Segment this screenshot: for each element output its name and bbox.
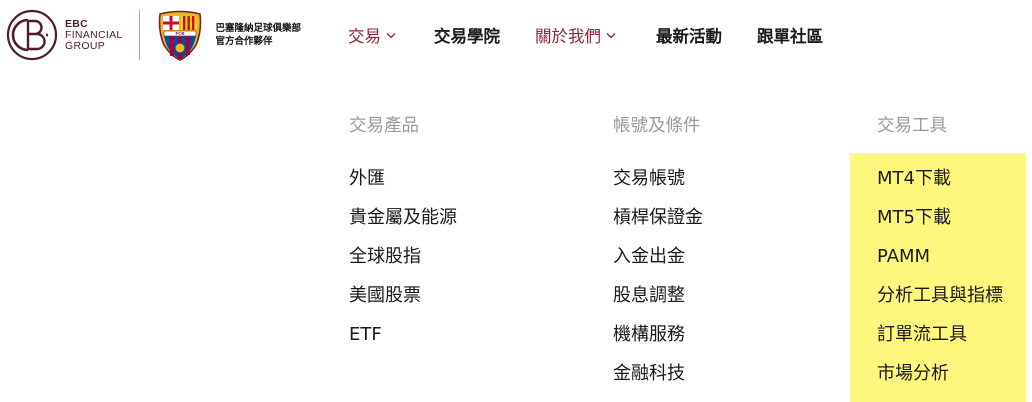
fcb-crest-text: FCB [175, 31, 184, 36]
menu-link-institutional-services[interactable]: 機構服務 [613, 322, 833, 361]
nav-item-label: 跟單社區 [757, 27, 823, 46]
menu-link-global-indices[interactable]: 全球股指 [349, 244, 569, 283]
nav-item-label: 交易學院 [434, 27, 500, 46]
site-header: EBC FINANCIAL GROUP FCB 巴塞隆納足球俱樂部 官方合作夥伴 [0, 0, 1032, 70]
menu-link-list: MT4下載 MT5下載 PAMM 分析工具與指標 訂單流工具 市場分析 [850, 166, 1026, 400]
brand-divider [138, 10, 140, 60]
menu-link-pamm[interactable]: PAMM [850, 244, 1026, 283]
ebc-wordmark-line3: GROUP [65, 39, 106, 52]
menu-column-heading: 交易工具 [877, 116, 947, 136]
menu-link-deposit-withdrawal[interactable]: 入金出金 [613, 244, 833, 283]
chevron-down-icon [606, 32, 616, 38]
highlighted-tools-panel: MT4下載 MT5下載 PAMM 分析工具與指標 訂單流工具 市場分析 [850, 153, 1026, 402]
menu-column-heading: 交易產品 [349, 116, 419, 136]
menu-link-leverage-margin[interactable]: 槓桿保證金 [613, 205, 833, 244]
nav-item-academy[interactable]: 交易學院 [434, 23, 500, 47]
menu-link-mt5-download[interactable]: MT5下載 [850, 205, 1026, 244]
nav-item-latest-events[interactable]: 最新活動 [656, 23, 722, 47]
brand-area[interactable]: EBC FINANCIAL GROUP FCB 巴塞隆納足球俱樂部 官方合作夥伴 [6, 9, 301, 61]
menu-link-dividend-adjustment[interactable]: 股息調整 [613, 283, 833, 322]
menu-column-accounts: 帳號及條件 交易帳號 槓桿保證金 入金出金 股息調整 機構服務 金融科技 [613, 113, 833, 400]
menu-link-mt4-download[interactable]: MT4下載 [850, 166, 1026, 205]
menu-link-list: 外匯 貴金屬及能源 全球股指 美國股票 ETF [349, 166, 569, 361]
menu-link-etf[interactable]: ETF [349, 322, 569, 361]
menu-link-order-flow-tools[interactable]: 訂單流工具 [850, 322, 1026, 361]
nav-item-label: 最新活動 [656, 27, 722, 46]
menu-link-list: 交易帳號 槓桿保證金 入金出金 股息調整 機構服務 金融科技 [613, 166, 833, 400]
chevron-down-icon [386, 32, 396, 38]
ebc-wordmark-line1: EBC [65, 17, 89, 30]
ebc-logo-icon [6, 9, 58, 61]
partner-caption: 巴塞隆納足球俱樂部 官方合作夥伴 [216, 22, 302, 48]
nav-item-copy-trading-community[interactable]: 跟單社區 [757, 23, 823, 47]
menu-link-fintech[interactable]: 金融科技 [613, 361, 833, 400]
menu-column-heading: 帳號及條件 [613, 116, 701, 136]
nav-item-label: 關於我們 [535, 27, 601, 46]
menu-link-us-stocks[interactable]: 美國股票 [349, 283, 569, 322]
partner-caption-line1: 巴塞隆納足球俱樂部 [215, 23, 302, 34]
menu-link-metals-energy[interactable]: 貴金屬及能源 [349, 205, 569, 244]
menu-link-market-analysis[interactable]: 市場分析 [850, 361, 1026, 400]
nav-item-about-us[interactable]: 關於我們 [535, 23, 616, 47]
partner-caption-line2: 官方合作夥伴 [215, 36, 273, 47]
nav-item-trading[interactable]: 交易 [348, 23, 396, 47]
menu-link-trading-accounts[interactable]: 交易帳號 [613, 166, 833, 205]
nav-item-label: 交易 [348, 27, 381, 46]
menu-column-products: 交易產品 外匯 貴金屬及能源 全球股指 美國股票 ETF [349, 113, 569, 361]
menu-link-forex[interactable]: 外匯 [349, 166, 569, 205]
fcb-crest-icon: FCB [158, 10, 201, 61]
menu-link-analysis-tools-indicators[interactable]: 分析工具與指標 [850, 283, 1026, 322]
main-nav: 交易 交易學院 關於我們 最新活動 跟單社區 [348, 22, 823, 48]
menu-column-tools: 交易工具 MT4下載 MT5下載 PAMM 分析工具與指標 訂單流工具 市場分析 [850, 113, 1026, 402]
ebc-wordmark: EBC FINANCIAL GROUP [65, 17, 123, 52]
ebc-wordmark-line2: FINANCIAL [65, 28, 123, 41]
